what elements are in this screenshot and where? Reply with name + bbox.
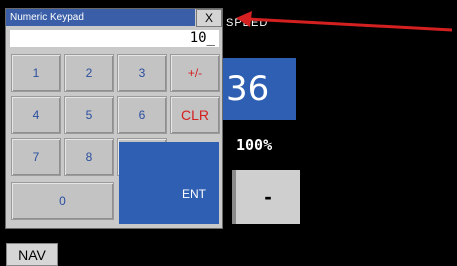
arrow-annotation-icon: [236, 11, 453, 32]
